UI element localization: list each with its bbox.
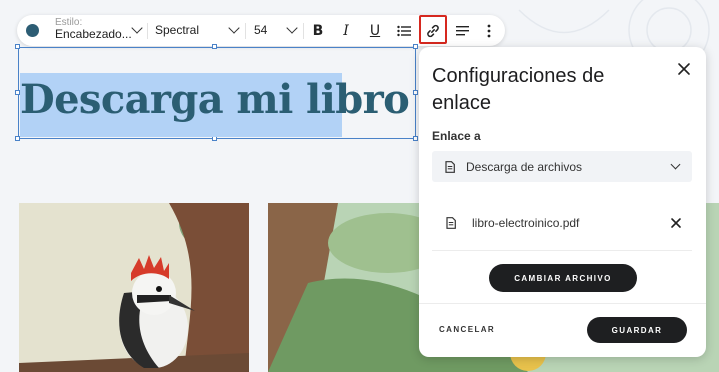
- underline-button[interactable]: U: [364, 20, 386, 42]
- resize-handle[interactable]: [212, 44, 217, 49]
- panel-title: Configuraciones de enlace: [432, 65, 605, 114]
- resize-handle[interactable]: [413, 44, 418, 49]
- bold-button[interactable]: B: [307, 20, 329, 42]
- font-dropdown[interactable]: Spectral: [155, 23, 199, 37]
- link-button-highlight: [419, 15, 447, 44]
- link-settings-panel: Configuraciones de enlace Enlace a Desca…: [419, 47, 706, 357]
- font-size-dropdown[interactable]: 54: [254, 23, 267, 37]
- woodpecker-illustration[interactable]: [19, 203, 249, 372]
- align-button[interactable]: [451, 20, 473, 42]
- close-icon[interactable]: [675, 60, 693, 78]
- toolbar-divider: [245, 23, 246, 39]
- resize-handle[interactable]: [413, 90, 418, 95]
- align-center-icon: [455, 26, 469, 36]
- more-options-button[interactable]: [478, 20, 500, 42]
- more-icon: [487, 24, 491, 38]
- chevron-down-icon[interactable]: [286, 22, 298, 34]
- remove-file-icon[interactable]: [669, 216, 683, 230]
- change-file-button[interactable]: CAMBIAR ARCHIVO: [489, 264, 637, 292]
- resize-handle[interactable]: [15, 44, 20, 49]
- list-button[interactable]: [393, 20, 415, 42]
- chevron-down-icon: [670, 159, 681, 170]
- chevron-down-icon[interactable]: [131, 22, 143, 34]
- document-icon: [445, 161, 455, 173]
- toolbar-divider: [147, 23, 148, 39]
- cancel-button[interactable]: CANCELAR: [439, 325, 495, 334]
- file-name: libro-electroinico.pdf: [472, 216, 580, 230]
- save-button[interactable]: GUARDAR: [587, 317, 687, 343]
- toolbar-divider: [303, 23, 304, 39]
- style-dropdown[interactable]: Encabezado...: [55, 27, 132, 41]
- link-to-label: Enlace a: [432, 129, 481, 143]
- link-type-value: Descarga de archivos: [466, 160, 583, 174]
- text-color-swatch[interactable]: [26, 24, 39, 37]
- divider: [432, 250, 692, 251]
- page-heading[interactable]: Descarga mi libro: [20, 76, 410, 123]
- list-icon: [397, 25, 411, 37]
- chevron-down-icon[interactable]: [228, 22, 240, 34]
- link-type-select[interactable]: Descarga de archivos: [432, 151, 692, 182]
- resize-handle[interactable]: [413, 136, 418, 141]
- file-icon: [446, 217, 456, 229]
- italic-button[interactable]: I: [335, 20, 357, 42]
- divider: [419, 303, 706, 304]
